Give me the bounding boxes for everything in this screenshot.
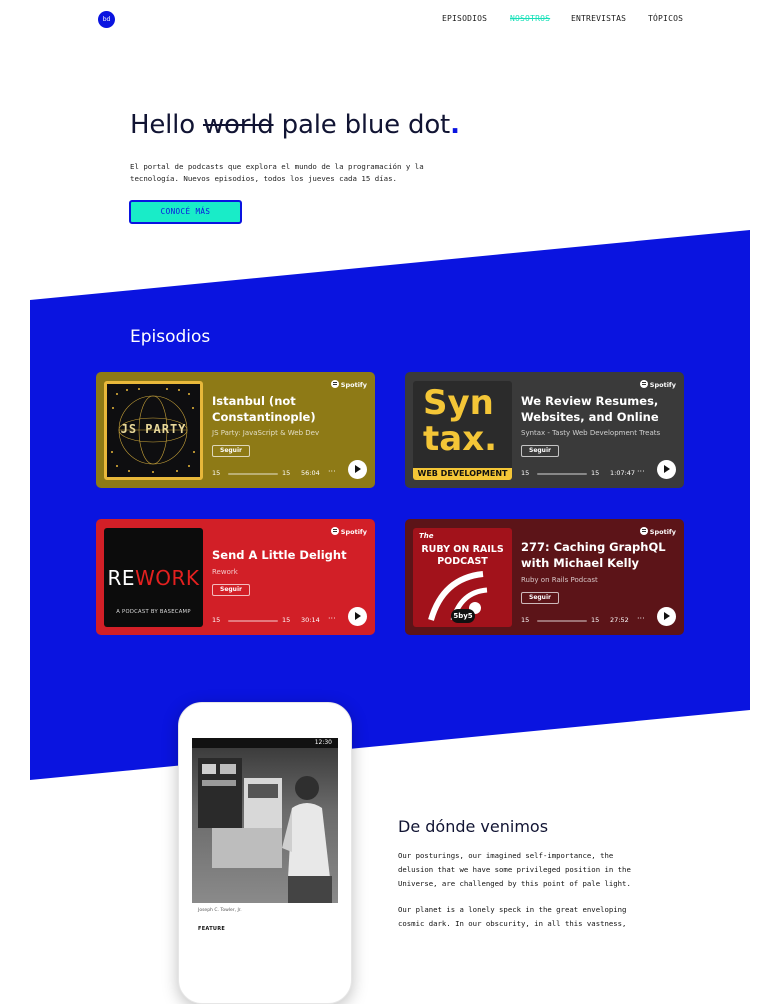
skip-forward-icon[interactable]: 15 <box>282 616 290 624</box>
cover-art-subtitle: 5by5 <box>451 609 475 623</box>
more-options-icon[interactable]: ··· <box>637 614 645 623</box>
hero-title-pre: Hello <box>130 110 195 140</box>
podcast-cover-art: JS PARTY <box>104 381 203 480</box>
play-icon[interactable] <box>348 460 367 479</box>
spotify-icon <box>330 527 339 535</box>
episode-duration: 1:07:47 <box>610 469 636 477</box>
podcast-cover-art: The RUBY ON RAILS PODCAST 5by5 <box>413 528 512 627</box>
cover-art-title: JS PARTY <box>120 422 187 436</box>
skip-forward-icon[interactable]: 15 <box>282 469 290 477</box>
skip-forward-icon[interactable]: 15 <box>591 616 599 624</box>
phone-screen: 12:30 Joseph C. Towler, Jr. FEATURE <box>192 738 338 988</box>
hero-title: Hello world pale blue dot. <box>130 110 460 140</box>
progress-bar[interactable] <box>537 620 587 622</box>
cover-art-title-accent: RE <box>107 566 135 590</box>
hero-description: El portal de podcasts que explora el mun… <box>130 162 424 183</box>
play-icon[interactable] <box>348 607 367 626</box>
hero-title-post: pale blue dot <box>281 110 451 140</box>
skip-forward-icon[interactable]: 15 <box>591 469 599 477</box>
episodes-section-title: Episodios <box>130 327 211 347</box>
nav-topicos[interactable]: TÓPICOS <box>648 14 683 23</box>
origin-paragraph-2: Our planet is a lonely speck in the grea… <box>398 905 627 928</box>
progress-bar[interactable] <box>537 473 587 475</box>
show-name[interactable]: Rework <box>212 568 238 576</box>
spotify-logo[interactable]: Spotify <box>639 527 676 536</box>
episode-duration: 56:04 <box>301 469 320 477</box>
status-bar-time: 12:30 <box>314 739 332 746</box>
episode-card[interactable]: REWORK A PODCAST BY BASECAMP Spotify Sen… <box>96 519 375 635</box>
podcast-cover-art: REWORK A PODCAST BY BASECAMP <box>104 528 203 627</box>
episode-title[interactable]: 277: Caching GraphQL with Michael Kelly <box>521 539 671 571</box>
episode-duration: 30:14 <box>301 616 320 624</box>
vintage-computer-illustration <box>198 758 332 903</box>
more-options-icon[interactable]: ··· <box>328 614 336 623</box>
cover-art-title: REWORK <box>104 566 203 590</box>
skip-back-icon[interactable]: 15 <box>212 616 220 624</box>
hero-title-struck: world <box>202 110 274 140</box>
episode-card[interactable]: The RUBY ON RAILS PODCAST 5by5 Spotify 2… <box>405 519 684 635</box>
skip-back-icon[interactable]: 15 <box>521 616 529 624</box>
spotify-logo[interactable]: Spotify <box>639 380 676 389</box>
hero-title-dot: . <box>450 110 460 140</box>
spotify-logo[interactable]: Spotify <box>330 380 367 389</box>
skip-back-icon[interactable]: 15 <box>212 469 220 477</box>
cover-art-subtitle: A PODCAST BY BASECAMP <box>116 609 191 615</box>
nav-episodios[interactable]: EPISODIOS <box>442 14 487 23</box>
follow-button[interactable]: Seguir <box>521 445 559 457</box>
episode-title[interactable]: We Review Resumes, Websites, and Online … <box>521 393 677 425</box>
play-icon[interactable] <box>657 460 676 479</box>
show-name[interactable]: Ruby on Rails Podcast <box>521 576 598 584</box>
spotify-icon <box>330 380 339 388</box>
feature-label: FEATURE <box>198 926 226 932</box>
episode-card[interactable]: JS PARTY Spotify Istanbul (not Constanti… <box>96 372 375 488</box>
cta-button[interactable]: CONOCÉ MÁS <box>129 200 242 224</box>
article-photo <box>192 748 338 903</box>
site-logo[interactable]: bd <box>98 11 115 28</box>
cover-art-subtitle: WEB DEVELOPMENT <box>413 468 512 480</box>
episode-title[interactable]: Istanbul (not Constantinople) <box>212 393 362 425</box>
nav-entrevistas[interactable]: ENTREVISTAS <box>571 14 626 23</box>
episode-duration: 27:52 <box>610 616 629 624</box>
nav-nosotros[interactable]: NOSOTROS <box>510 14 550 23</box>
progress-bar[interactable] <box>228 473 278 475</box>
spotify-logo[interactable]: Spotify <box>330 527 367 536</box>
episode-card[interactable]: Syn tax. WEB DEVELOPMENT Spotify We Revi… <box>405 372 684 488</box>
show-name[interactable]: JS Party: JavaScript & Web Dev <box>212 429 319 437</box>
spotify-icon <box>639 527 648 535</box>
cover-art-title: Syn tax. <box>423 383 498 459</box>
follow-button[interactable]: Seguir <box>212 584 250 596</box>
follow-button[interactable]: Seguir <box>521 592 559 604</box>
play-icon[interactable] <box>657 607 676 626</box>
skip-back-icon[interactable]: 15 <box>521 469 529 477</box>
spotify-icon <box>639 380 648 388</box>
origin-section-title: De dónde venimos <box>398 817 549 836</box>
show-name[interactable]: Syntax - Tasty Web Development Treats <box>521 429 660 437</box>
more-options-icon[interactable]: ··· <box>328 467 336 476</box>
follow-button[interactable]: Seguir <box>212 445 250 457</box>
progress-bar[interactable] <box>228 620 278 622</box>
photo-caption: Joseph C. Towler, Jr. <box>198 908 242 913</box>
podcast-cover-art: Syn tax. WEB DEVELOPMENT <box>413 381 512 480</box>
cover-art-title-rest: WORK <box>135 566 200 590</box>
episode-title[interactable]: Send A Little Delight <box>212 547 362 563</box>
more-options-icon[interactable]: ··· <box>637 467 645 476</box>
origin-paragraph-1: Our posturings, our imagined self-import… <box>398 851 631 888</box>
phone-mockup: 12:30 Joseph C. Towler, Jr. FEATURE <box>178 702 352 1004</box>
